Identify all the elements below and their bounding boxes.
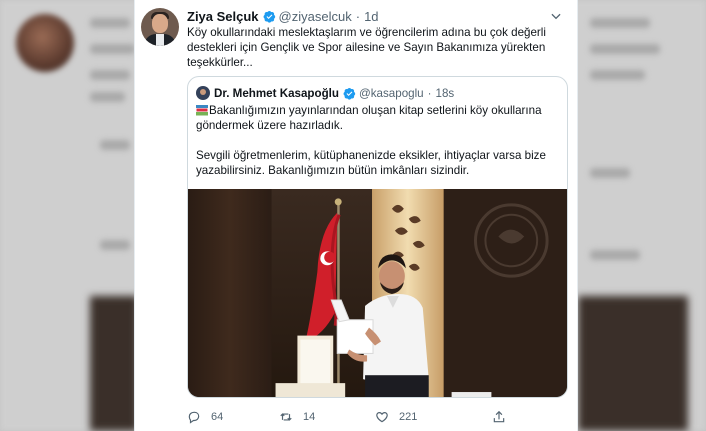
quoted-tweet-timestamp[interactable]: 18s	[436, 87, 455, 100]
share-button[interactable]	[492, 410, 516, 424]
background-text	[90, 92, 125, 102]
background-text	[100, 140, 130, 150]
quoted-tweet[interactable]: Dr. Mehmet Kasapoğlu @kasapoglu · 18s Ba…	[187, 76, 568, 398]
like-icon	[376, 412, 388, 423]
background-text	[90, 44, 135, 54]
reply-icon	[188, 411, 200, 424]
separator-dot: ·	[427, 86, 432, 100]
like-button[interactable]: 221	[375, 410, 417, 424]
background-text	[100, 240, 130, 250]
quoted-tweet-photo[interactable]	[188, 189, 567, 397]
retweet-button[interactable]: 14	[279, 410, 315, 424]
books-emoji-icon	[196, 105, 208, 116]
like-count: 221	[399, 411, 418, 423]
verified-badge-icon	[343, 87, 356, 100]
retweet-count: 14	[303, 411, 316, 423]
quoted-author-avatar[interactable]	[196, 86, 210, 100]
separator-dot: ·	[355, 8, 361, 24]
author-avatar[interactable]	[141, 8, 179, 46]
quoted-text-paragraph-2: Sevgili öğretmenlerim, kütüphanenizde ek…	[196, 149, 546, 177]
tweet-card[interactable]: Ziya Selçuk @ziyaselcuk · 1d Köy okullar…	[134, 0, 578, 431]
quoted-tweet-text: Bakanlığımızın yayınlarından oluşan kita…	[196, 103, 561, 178]
quoted-author-name[interactable]: Dr. Mehmet Kasapoğlu	[214, 87, 339, 100]
background-text	[590, 250, 640, 260]
background-text	[90, 18, 130, 28]
quoted-author-handle[interactable]: @kasapoglu	[359, 87, 424, 100]
background-text	[590, 44, 660, 54]
background-avatar	[16, 14, 74, 72]
author-name[interactable]: Ziya Selçuk	[187, 9, 259, 24]
photo-scene	[188, 189, 567, 397]
author-handle[interactable]: @ziyaselcuk	[279, 9, 352, 24]
reply-button[interactable]: 64	[187, 410, 223, 424]
verified-badge-icon	[263, 10, 275, 23]
quoted-tweet-header: Dr. Mehmet Kasapoğlu @kasapoglu · 18s	[196, 85, 454, 101]
background-text	[590, 18, 650, 28]
background-text	[590, 168, 630, 178]
background-text	[90, 70, 130, 80]
background-image	[90, 296, 138, 431]
tweet-text: Köy okullarındaki meslektaşlarım ve öğre…	[187, 26, 546, 69]
tweet-header: Ziya Selçuk @ziyaselcuk · 1d	[187, 8, 567, 24]
tweet-actions: 64 14 221	[187, 410, 567, 426]
background-text	[590, 70, 645, 80]
tweet-timestamp[interactable]: 1d	[364, 9, 378, 24]
share-icon	[493, 410, 505, 423]
background-image	[578, 296, 688, 431]
retweet-icon	[280, 413, 292, 421]
quoted-text-paragraph-1: Bakanlığımızın yayınlarından oluşan kita…	[196, 104, 542, 132]
chevron-down-icon[interactable]	[549, 9, 563, 23]
reply-count: 64	[211, 411, 224, 423]
